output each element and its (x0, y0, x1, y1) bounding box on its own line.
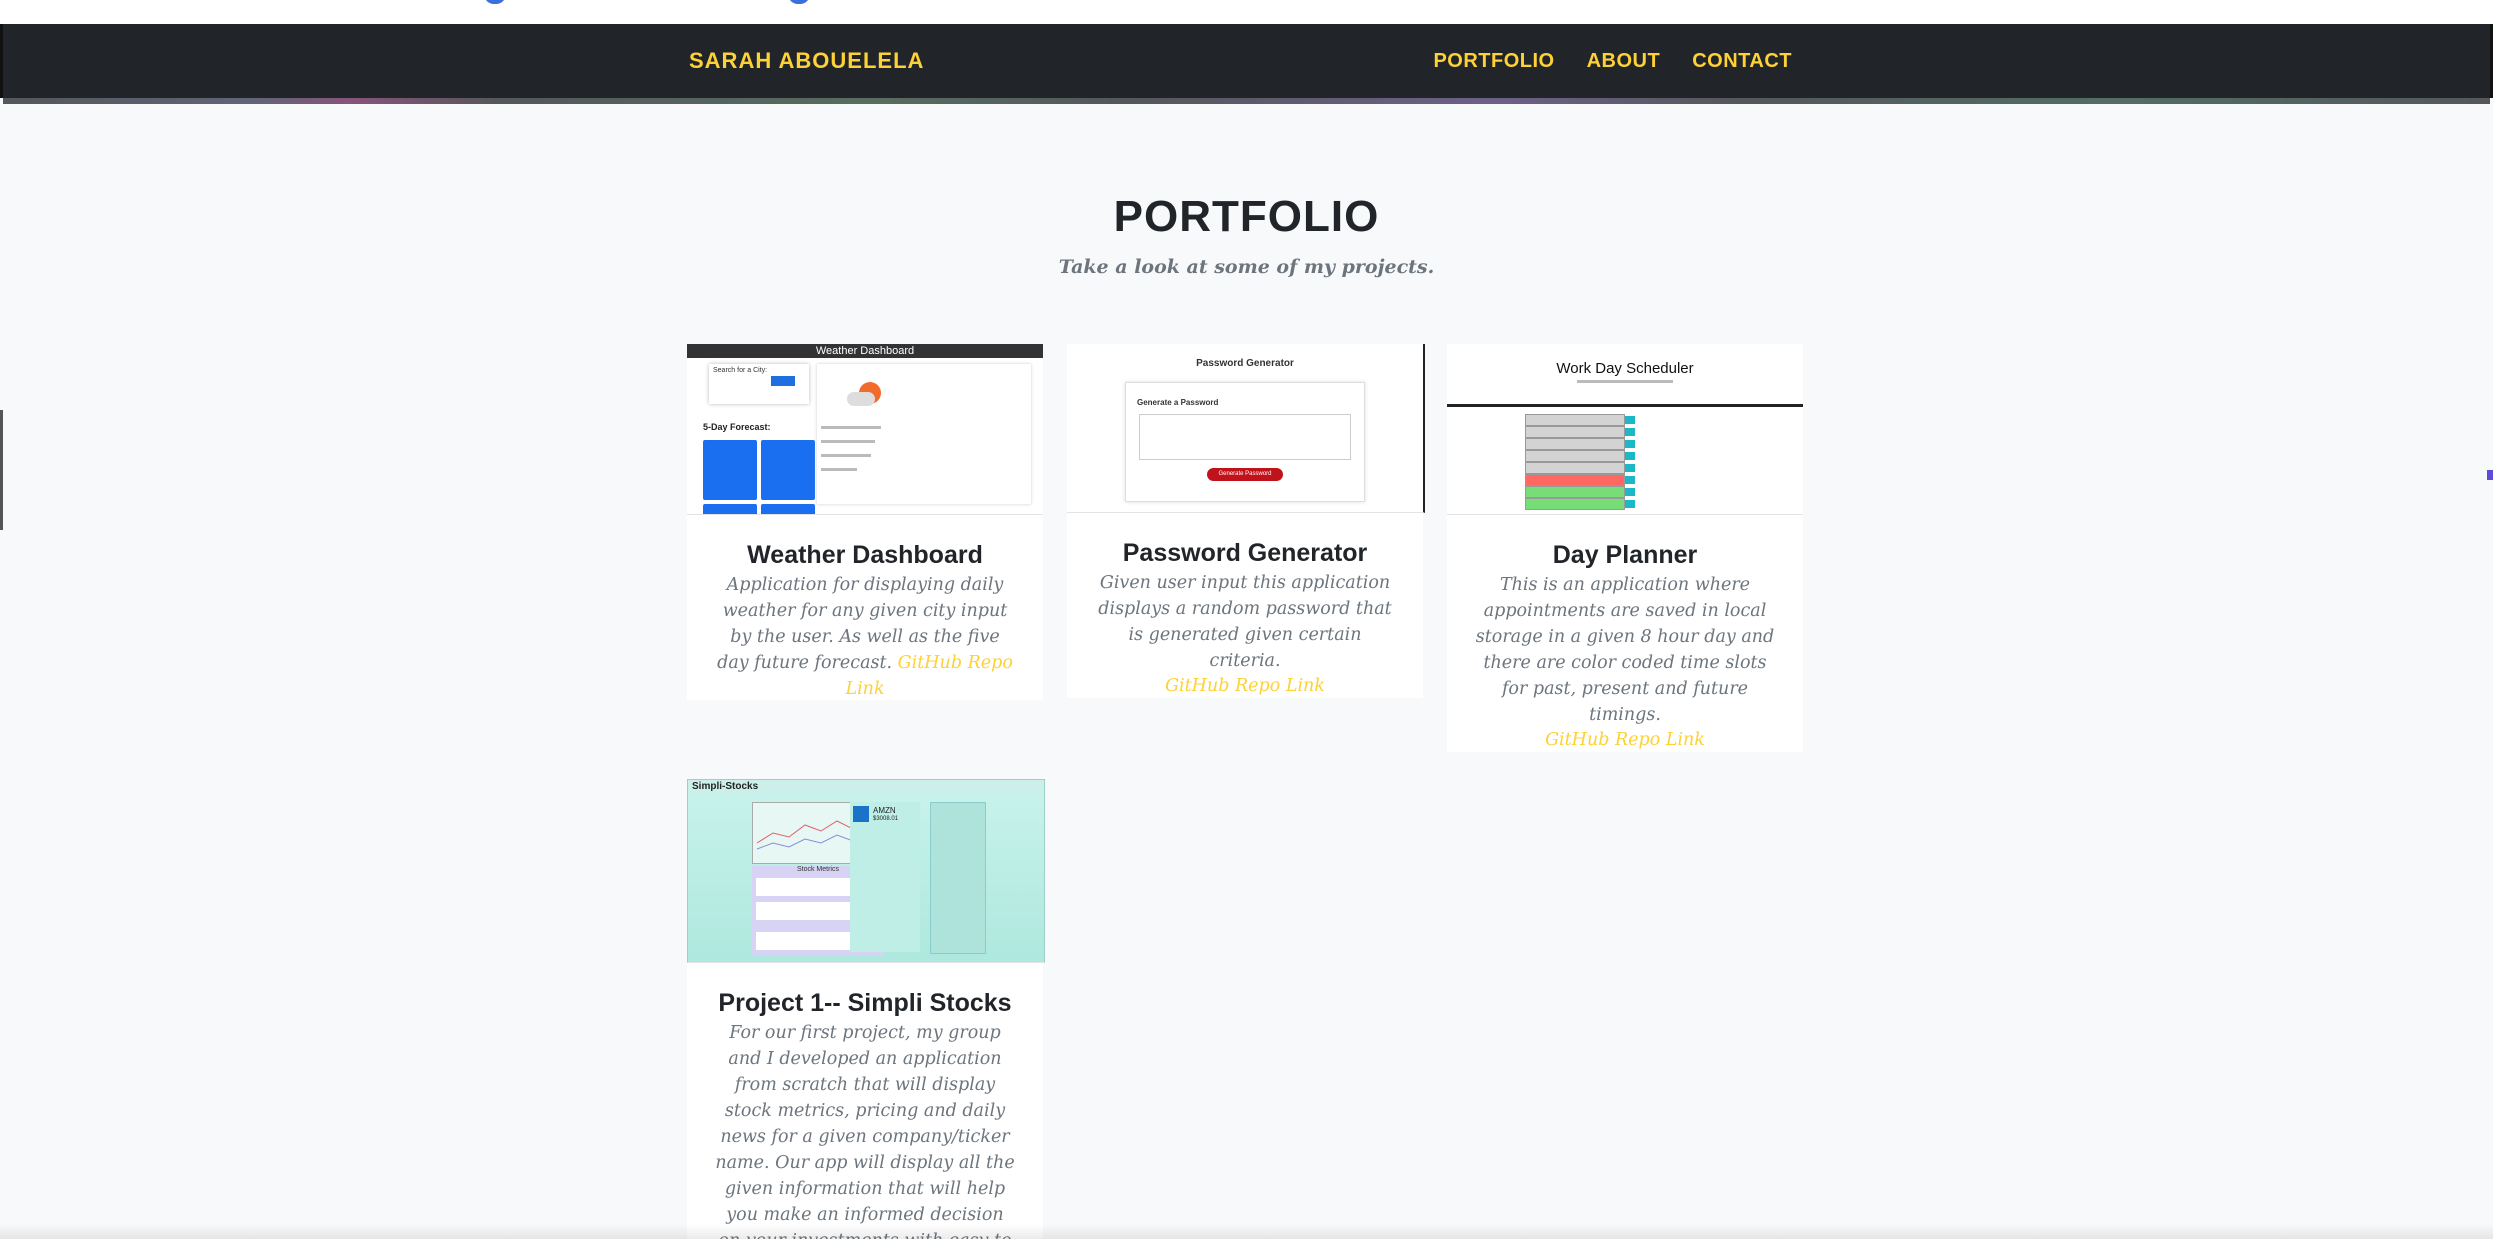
thumb-forecast-card (761, 440, 815, 500)
project-thumbnail[interactable]: Work Day Scheduler (1447, 344, 1803, 515)
thumb-price: $3008.01 (873, 816, 899, 822)
time-slot-future (1525, 486, 1625, 498)
time-slot-future (1525, 498, 1625, 510)
project-description-text: Given user input this application displa… (1098, 573, 1392, 671)
save-icon (1625, 452, 1635, 460)
project-description: This is an application where appointment… (1475, 572, 1775, 728)
right-edge-artifact (2487, 470, 2493, 480)
thumb-label: Generate a Password (1137, 398, 1219, 407)
render-glitch-strip (3, 98, 2490, 104)
thumb-title: Password Generator (1196, 358, 1294, 369)
thumb-generate-label: Generate Password (1218, 471, 1272, 477)
left-edge-artifact (0, 410, 3, 530)
thumb-title: Work Day Scheduler (1556, 360, 1694, 377)
save-icon (1625, 488, 1635, 496)
project-description: Application for displaying daily weather… (715, 572, 1015, 702)
thumb-main-panel (817, 364, 1031, 504)
top-browser-strip (0, 0, 2493, 25)
time-slot-past (1525, 450, 1625, 462)
save-icon (1625, 416, 1635, 424)
brand-link[interactable]: SARAH ABOUELELA (689, 48, 924, 74)
thumb-header: Work Day Scheduler (1447, 344, 1803, 407)
thumb-text-line (821, 440, 875, 443)
project-description: Given user input this application displa… (1095, 570, 1395, 674)
save-icon (1625, 464, 1635, 472)
thumb-forecast-card (761, 504, 815, 514)
thumb-title-bar: Weather Dashboard (687, 344, 1043, 358)
save-icon (1625, 500, 1635, 508)
thumb-news-panel (930, 802, 986, 954)
nav-link-portfolio[interactable]: PORTFOLIO (1433, 50, 1554, 73)
time-slot-past (1525, 462, 1625, 474)
thumb-textarea (1139, 414, 1351, 460)
save-icon (1625, 440, 1635, 448)
cloud-icon (847, 392, 875, 406)
portfolio-card-simpli-stocks: Simpli-Stocks Stock Metrics AMZN $3008.0… (687, 779, 1045, 1239)
project-thumbnail[interactable]: Weather Dashboard Search for a City: 5-D… (687, 344, 1043, 515)
thumb-ticker: AMZN (873, 806, 896, 815)
project-description-text: This is an application where appointment… (1475, 575, 1775, 725)
thumb-search-button (771, 376, 795, 386)
portfolio-card-password: Password Generator Generate a Password G… (1067, 344, 1425, 698)
thumb-info-panel (850, 802, 920, 952)
nav-link-about[interactable]: ABOUT (1587, 50, 1661, 73)
section-subheading: Take a look at some of my projects. (1058, 256, 1435, 278)
save-icon (1625, 476, 1635, 484)
project-title: Project 1-- Simpli Stocks (718, 989, 1012, 1017)
thumb-text-line (821, 468, 857, 471)
main-navbar: SARAH ABOUELELA PORTFOLIO ABOUT CONTACT (0, 24, 2493, 104)
project-description-text: For our first project, my group and I de… (715, 1023, 1015, 1239)
thumb-text-line (821, 454, 871, 457)
save-icon (1625, 428, 1635, 436)
thumb-navbar: Simpli-Stocks (688, 780, 1044, 794)
project-title: Day Planner (1552, 541, 1698, 569)
thumb-forecast-card (703, 504, 757, 514)
portfolio-card-day-planner: Work Day Scheduler Day Planner This is a… (1447, 344, 1803, 752)
portfolio-card-weather: Weather Dashboard Search for a City: 5-D… (687, 344, 1043, 700)
thumb-forecast-title: 5-Day Forecast: (703, 422, 771, 432)
partial-shape-icon (484, 0, 506, 4)
bottom-fade (0, 1224, 2493, 1239)
thumb-forecast-card (703, 440, 757, 500)
thumb-generate-button: Generate Password (1207, 468, 1283, 481)
project-title: Password Generator (1122, 539, 1368, 567)
project-description: For our first project, my group and I de… (715, 1020, 1015, 1239)
nav-links: PORTFOLIO ABOUT CONTACT (1433, 50, 1792, 73)
company-logo-icon (853, 806, 869, 822)
time-slot-past (1525, 426, 1625, 438)
thumb-text-line (821, 426, 881, 429)
project-title: Weather Dashboard (747, 541, 983, 569)
partial-shape-icon (788, 0, 810, 4)
time-slot-past (1525, 414, 1625, 426)
github-repo-link[interactable]: GitHub Repo Link (1447, 730, 1803, 750)
project-thumbnail[interactable]: Simpli-Stocks Stock Metrics AMZN $3008.0… (687, 779, 1045, 963)
thumb-subtitle-line (1577, 380, 1673, 383)
browser-viewport: SARAH ABOUELELA PORTFOLIO ABOUT CONTACT … (0, 0, 2493, 1239)
time-slot-present (1525, 474, 1625, 486)
github-repo-link[interactable]: GitHub Repo Link (1067, 676, 1423, 696)
project-thumbnail[interactable]: Password Generator Generate a Password G… (1067, 344, 1425, 513)
thumb-search-label: Search for a City: (713, 367, 768, 374)
nav-link-contact[interactable]: CONTACT (1692, 50, 1792, 73)
section-heading: PORTFOLIO (1113, 192, 1380, 241)
time-slot-past (1525, 438, 1625, 450)
